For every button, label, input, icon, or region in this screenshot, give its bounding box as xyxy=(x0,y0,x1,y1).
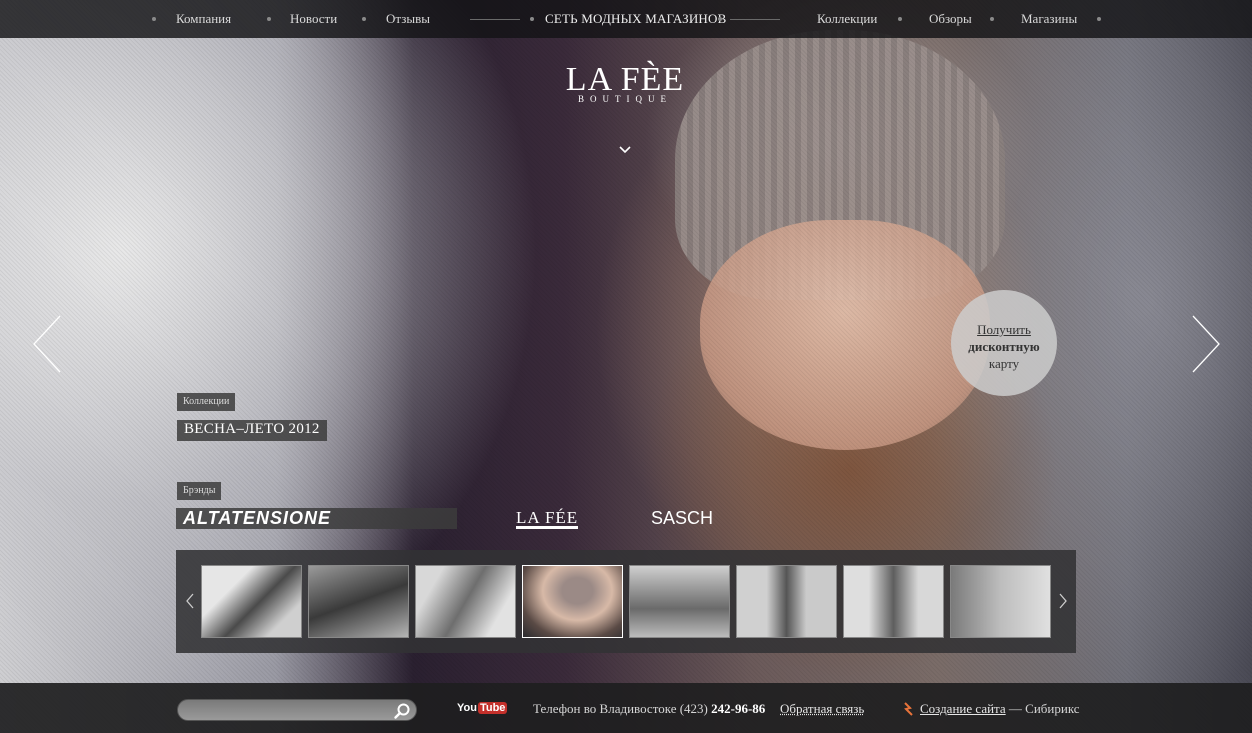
slider-next-arrow-icon[interactable] xyxy=(1191,314,1221,374)
nav-collections[interactable]: Коллекции xyxy=(817,11,877,27)
brand-lafee[interactable]: LA FÉE xyxy=(516,509,579,529)
slider-prev-arrow-icon[interactable] xyxy=(32,314,62,374)
discount-line-2: дисконтную xyxy=(968,339,1040,354)
thumbnail[interactable] xyxy=(950,565,1051,638)
nav-bullet xyxy=(1097,17,1101,21)
thumbnail-active[interactable] xyxy=(522,565,623,638)
youtube-you: You xyxy=(457,702,477,714)
thumbnail[interactable] xyxy=(736,565,837,638)
credit-link[interactable]: Создание сайта xyxy=(920,701,1006,716)
sibirix-logo-icon xyxy=(904,702,913,716)
hero-photo-face xyxy=(700,220,990,450)
brands-tag: Брэнды xyxy=(177,482,222,500)
nav-bullet xyxy=(530,17,534,21)
chevron-down-icon[interactable] xyxy=(619,144,631,156)
discount-line-3: карту xyxy=(988,356,1020,371)
nav-bullet xyxy=(990,17,994,21)
search-icon[interactable] xyxy=(393,702,411,720)
thumbnail[interactable] xyxy=(201,565,302,638)
thumbnail-carousel xyxy=(176,550,1076,653)
nav-bullet xyxy=(898,17,902,21)
carousel-next-icon[interactable] xyxy=(1058,592,1068,610)
nav-bullet xyxy=(718,17,722,21)
nav-center-title: СЕТЬ МОДНЫХ МАГАЗИНОВ xyxy=(545,11,727,26)
nav-bullet xyxy=(152,17,156,21)
site-credit: Создание сайта — Сибирикс xyxy=(920,701,1080,717)
nav-company[interactable]: Компания xyxy=(176,11,231,27)
logo-subtitle: BOUTIQUE xyxy=(578,94,672,104)
thumbnail[interactable] xyxy=(629,565,730,638)
phone-info: Телефон во Владивостоке (423) 242-96-86 xyxy=(533,701,765,717)
thumbnail[interactable] xyxy=(308,565,409,638)
nav-news[interactable]: Новости xyxy=(290,11,337,27)
collection-tag: Коллекции xyxy=(177,393,236,411)
nav-bullet xyxy=(267,17,271,21)
brand-logo[interactable]: LA FÈE BOUTIQUE xyxy=(560,60,690,154)
thumbnail[interactable] xyxy=(843,565,944,638)
youtube-tube: Tube xyxy=(477,702,508,714)
phone-label: Телефон во Владивостоке (423) xyxy=(533,701,708,716)
brand-altatensione[interactable]: ALTATENSIONE xyxy=(176,508,457,529)
carousel-prev-icon[interactable] xyxy=(185,592,195,610)
nav-divider xyxy=(470,19,520,20)
nav-divider xyxy=(730,19,780,20)
nav-overviews[interactable]: Обзоры xyxy=(929,11,972,27)
footer-bar: You Tube Телефон во Владивостоке (423) 24… xyxy=(0,683,1252,733)
top-navigation: Компания Новости Отзывы СЕТЬ МОДНЫХ МАГА… xyxy=(0,0,1252,38)
phone-number: 242-96-86 xyxy=(711,701,766,716)
credit-rest: — Сибирикс xyxy=(1008,701,1080,716)
collection-title-link[interactable]: ВЕСНА–ЛЕТО 2012 xyxy=(177,420,327,441)
thumbnail[interactable] xyxy=(415,565,516,638)
youtube-link[interactable]: You Tube xyxy=(457,702,508,717)
discount-line-1: Получить xyxy=(977,322,1031,337)
search-input[interactable] xyxy=(177,699,417,721)
feedback-link[interactable]: Обратная связь xyxy=(780,701,864,717)
nav-reviews[interactable]: Отзывы xyxy=(386,11,430,27)
brand-sasch[interactable]: SASCH xyxy=(651,508,713,529)
nav-bullet xyxy=(362,17,366,21)
nav-shops[interactable]: Магазины xyxy=(1021,11,1077,27)
discount-card-button[interactable]: Получить дисконтную карту xyxy=(951,290,1057,396)
